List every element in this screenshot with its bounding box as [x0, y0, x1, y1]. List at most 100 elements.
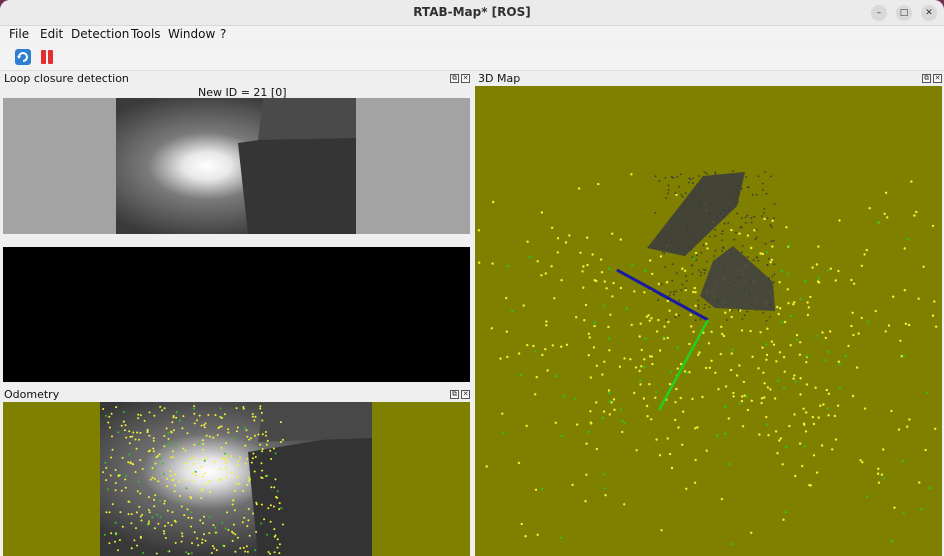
map-point — [270, 486, 273, 489]
map-point — [831, 448, 834, 451]
map-point — [678, 185, 681, 188]
map-point — [260, 522, 263, 525]
pause-button[interactable] — [38, 48, 56, 66]
map-point — [274, 478, 277, 481]
map-point — [522, 304, 525, 307]
map-point — [770, 340, 774, 343]
menu-edit[interactable]: Edit — [40, 27, 63, 41]
maximize-button[interactable]: □ — [896, 5, 912, 21]
map-point — [221, 521, 224, 524]
map-point — [692, 177, 695, 179]
map-point — [824, 359, 827, 362]
map-point — [186, 508, 189, 511]
map-point — [807, 306, 810, 309]
map-wall-patch — [647, 172, 745, 256]
map-point — [579, 251, 582, 254]
odometry-float-button[interactable]: ⧉ — [450, 390, 459, 399]
map-point — [191, 542, 193, 545]
map-point — [629, 358, 632, 361]
map-point — [203, 459, 206, 462]
menu-detection[interactable]: Detection — [71, 27, 129, 41]
map-point — [681, 267, 684, 270]
map-point — [660, 283, 663, 286]
map-point — [152, 447, 155, 450]
map-point — [667, 192, 669, 195]
map-point — [821, 331, 824, 334]
map-point — [154, 494, 157, 497]
map-point — [221, 417, 223, 419]
map-point — [633, 290, 636, 293]
map-point — [237, 463, 240, 466]
map-point — [225, 462, 228, 464]
close-button[interactable]: ✕ — [921, 5, 937, 21]
map-point — [124, 478, 127, 481]
map-point — [770, 258, 773, 261]
odometry-close-button[interactable]: ✕ — [461, 390, 470, 399]
map-point — [714, 173, 717, 175]
map-point — [783, 370, 786, 373]
map-point — [809, 295, 812, 299]
map-point — [148, 511, 151, 514]
map-point — [890, 409, 893, 413]
map-point — [685, 275, 688, 277]
menu-window[interactable]: Window — [168, 27, 215, 41]
map-point — [931, 224, 935, 228]
map-point — [603, 280, 606, 283]
loop-closure-close-button[interactable]: ✕ — [461, 74, 470, 83]
map-point — [770, 175, 772, 178]
map-point — [692, 330, 695, 333]
map-point — [132, 463, 135, 466]
map-point — [280, 507, 283, 510]
map-point — [227, 431, 230, 434]
map-point — [625, 307, 629, 310]
menu-file[interactable]: File — [9, 27, 29, 41]
map-point — [611, 232, 614, 235]
map-point — [233, 436, 236, 439]
map-point — [826, 269, 830, 272]
map3d-float-button[interactable]: ⧉ — [922, 74, 931, 83]
map-point — [254, 456, 257, 458]
rtabmap-window: RTAB-Map* [ROS] – □ ✕ File Edit Detectio… — [0, 0, 944, 556]
map-point — [200, 497, 203, 500]
map-point — [278, 502, 281, 505]
map-point — [689, 313, 692, 317]
refresh-button[interactable] — [14, 48, 32, 66]
map3d-close-button[interactable]: ✕ — [933, 74, 942, 83]
map-point — [655, 330, 659, 333]
map-point — [193, 407, 195, 410]
menu-help[interactable]: ? — [220, 27, 226, 41]
map-point — [662, 336, 665, 339]
map-point — [535, 375, 538, 379]
loop-closure-float-button[interactable]: ⧉ — [450, 74, 459, 83]
map-point — [224, 452, 227, 455]
map-point — [793, 374, 796, 377]
map-point — [159, 499, 161, 502]
map-point — [766, 217, 769, 219]
map-point — [882, 477, 885, 480]
map-point — [904, 322, 908, 325]
map-point — [215, 549, 218, 552]
map-point — [114, 482, 117, 484]
loop-closure-title: Loop closure detection — [4, 72, 129, 85]
map-point — [204, 539, 207, 542]
map-point — [279, 421, 282, 424]
map-point — [685, 280, 688, 282]
loop-closure-match-view[interactable] — [3, 247, 470, 382]
map-point — [142, 552, 145, 554]
map-point — [671, 279, 674, 282]
map-point — [612, 281, 615, 285]
odometry-view[interactable] — [3, 402, 470, 556]
map-point — [708, 306, 711, 309]
map-point — [148, 520, 150, 523]
loop-closure-image-view[interactable] — [3, 98, 470, 234]
map3d-view[interactable] — [475, 86, 942, 556]
map-point — [137, 413, 140, 416]
map-point — [146, 428, 149, 431]
map-point — [254, 549, 257, 552]
map-point — [546, 369, 549, 372]
menu-tools[interactable]: Tools — [131, 27, 161, 41]
map-point — [492, 200, 495, 204]
map-point — [630, 323, 633, 327]
map-point — [750, 217, 753, 220]
minimize-button[interactable]: – — [871, 5, 887, 21]
